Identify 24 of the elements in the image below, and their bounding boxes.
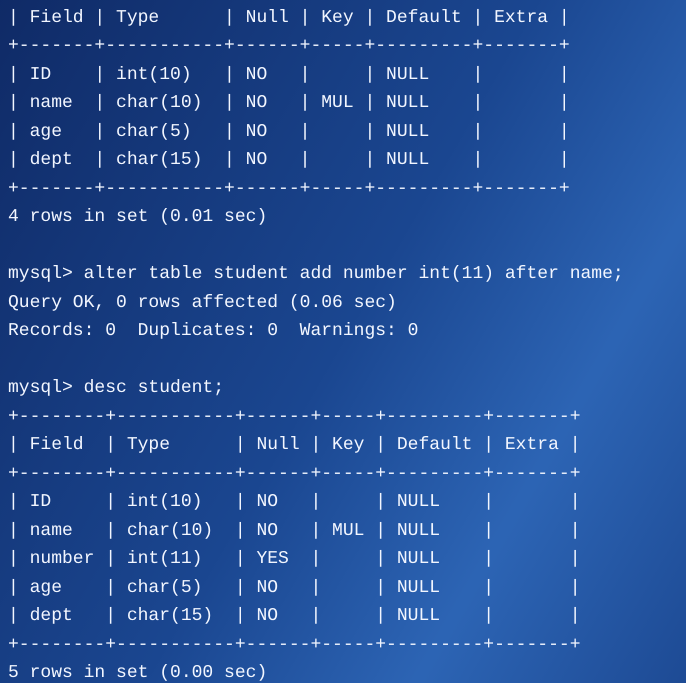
output-line: | number | int(11) | YES | | NULL | |	[8, 548, 580, 572]
prompt-text: mysql>	[8, 377, 73, 400]
output-line: | dept | char(15) | NO | | NULL | |	[8, 149, 570, 172]
output-line: +-------+-----------+------+-----+---------+-------+	[8, 178, 570, 201]
output-line: | ID | int(10) | NO | | NULL | |	[8, 64, 570, 87]
output-line: +--------+-----------+------+-----+---------+-------+	[8, 462, 580, 486]
command-text: desc student;	[84, 377, 224, 400]
output-line: | Field | Type | Null | Key | Default | Extra |	[8, 434, 580, 458]
output-line: +-------+-----------+------+-----+---------+-------+	[8, 35, 570, 58]
output-line: +--------+-----------+------+-----+---------+-------+	[8, 634, 580, 657]
output-line: | name | char(10) | NO | MUL | NULL | |	[8, 520, 580, 543]
output-line: | Field | Type | Null | Key | Default | Extra |	[8, 6, 570, 30]
output-line: | ID | int(10) | NO | | NULL | |	[8, 491, 580, 514]
output-line: 5 rows in set (0.00 sec)	[8, 662, 268, 683]
output-line: | age | char(5) | NO | | NULL | |	[8, 576, 580, 600]
command-text: alter table student add number int(11) after name;	[84, 263, 624, 286]
output-line: | name | char(10) | NO | MUL | NULL | |	[8, 92, 570, 116]
prompt-text: mysql>	[8, 263, 73, 286]
output-line: | dept | char(15) | NO | | NULL | |	[8, 605, 580, 628]
output-line: +--------+-----------+------+-----+---------+-------+	[8, 406, 580, 429]
output-line: Query OK, 0 rows affected (0.06 sec)	[8, 292, 397, 315]
output-line: Records: 0 Duplicates: 0 Warnings: 0	[8, 320, 418, 344]
output-line: 4 rows in set (0.01 sec)	[8, 206, 268, 230]
output-line: | age | char(5) | NO | | NULL | |	[8, 120, 570, 144]
